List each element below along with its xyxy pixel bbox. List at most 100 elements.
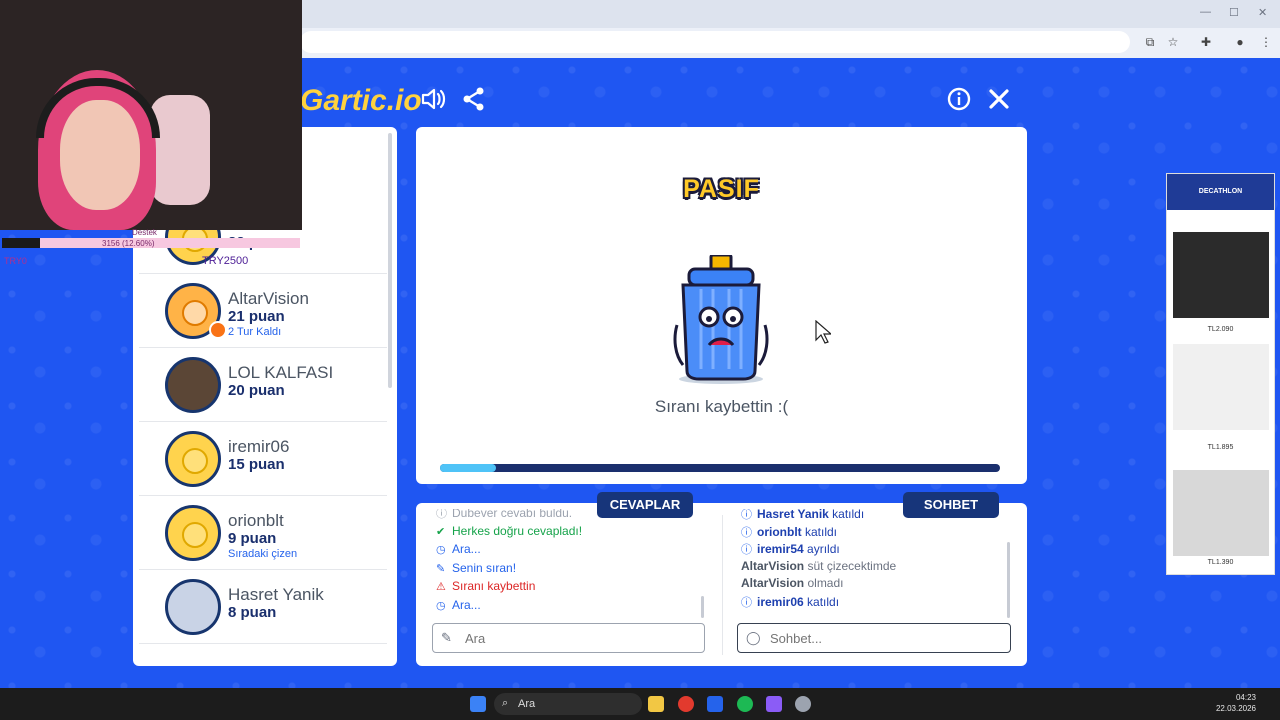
chat-username[interactable]: orionblt [757, 525, 802, 539]
player-avatar [165, 357, 221, 413]
chat-message: katıldı [828, 509, 865, 521]
ad-price: TL1.390 [1207, 559, 1234, 566]
obs-icon[interactable] [795, 696, 811, 712]
goal-progress: 3156 (12.60%) [102, 239, 155, 248]
player-score: 8 puan [228, 604, 277, 621]
file-explorer-icon[interactable] [648, 696, 664, 712]
player-row: orionblt 9 puan Sıradaki çizen [139, 497, 387, 570]
chrome-icon[interactable] [678, 696, 694, 712]
headset [36, 78, 160, 138]
answer-feed-line: ✔ Herkes doğru cevapladı! [436, 524, 582, 538]
chat-input[interactable]: ◯ [737, 623, 1011, 653]
player-avatar [165, 505, 221, 561]
taskbar-search[interactable]: ⌕ Ara [494, 693, 642, 715]
chat-username[interactable]: Hasret Yanik [757, 509, 829, 521]
menu-kebab-icon[interactable]: ⋮ [1259, 35, 1273, 49]
player-name: orionblt [228, 511, 284, 530]
install-icon[interactable]: ⧉ [1143, 35, 1157, 49]
player-name: AltarVision [228, 289, 309, 308]
chat-feed-line: ⓘ orionblt katıldı [741, 524, 837, 540]
warning-icon: ⚠ [436, 581, 446, 594]
extensions-icon[interactable]: ✚ [1199, 35, 1213, 49]
address-bar[interactable] [300, 31, 1130, 53]
answers-scrollbar[interactable] [701, 596, 704, 618]
answer-feed-text: Sıranı kaybettin [452, 579, 536, 594]
ad-product-dress[interactable] [1173, 344, 1269, 430]
gaming-chair [150, 95, 210, 205]
ad-banner[interactable]: DECATHLON TL2.090 TL1.895 TL1.390 [1166, 173, 1275, 575]
player-avatar [165, 579, 221, 635]
turn-progress-bar [440, 464, 1000, 472]
system-clock[interactable]: 04:23 22.03.2026 [1216, 692, 1256, 714]
player-score: 9 puan [228, 530, 277, 547]
bookmark-star-icon[interactable]: ☆ [1166, 35, 1180, 49]
answer-feed-line: ✎ Senin sıran! [436, 561, 516, 575]
minimize-icon[interactable]: — [1200, 6, 1211, 18]
close-window-icon[interactable]: ✕ [1258, 6, 1267, 19]
close-game-icon[interactable] [985, 86, 1013, 114]
answer-feed-line: ◷ Ara... [436, 598, 481, 612]
clock-time: 04:23 [1235, 693, 1256, 702]
check-icon: ✔ [436, 525, 446, 538]
search-icon: ⌕ [502, 697, 509, 709]
chat-username[interactable]: iremir06 [757, 595, 804, 609]
donation-amount: TRY2500 [202, 255, 249, 267]
goal-currency: TRY0 [4, 256, 27, 266]
player-row: AltarVision 21 puan 2 Tur Kaldı [139, 275, 387, 348]
ad-product-bag[interactable] [1173, 470, 1269, 556]
chat-message: katıldı [801, 524, 838, 539]
maximize-icon[interactable]: ☐ [1229, 6, 1239, 19]
player-name: LOL KALFASI [228, 363, 334, 382]
clock-icon: ◷ [436, 600, 446, 612]
pencil-icon: ✎ [441, 630, 452, 645]
info-icon: ⓘ [741, 597, 752, 609]
profile-icon[interactable]: ● [1233, 35, 1247, 49]
chat-bubble-icon: ◯ [746, 630, 761, 645]
answer-input[interactable]: ✎ [432, 623, 705, 653]
player-row: LOL KALFASI 20 puan [139, 349, 387, 422]
player-score: 21 puan [228, 308, 285, 325]
chat-scrollbar[interactable] [1007, 542, 1010, 618]
answer-field[interactable] [463, 630, 687, 647]
gartic-logo: Gartic.io [300, 84, 422, 117]
player-badge [209, 321, 227, 339]
player-name: Hasret Yanik [228, 585, 324, 604]
webcam-overlay [0, 0, 302, 230]
chat-feed-line: ⓘ iremir54 ayrıldı [741, 541, 840, 557]
answer-feed-line: ⚠ Sıranı kaybettin [436, 579, 535, 593]
info-icon[interactable] [945, 86, 973, 114]
chat-username[interactable]: AltarVision [741, 576, 804, 590]
pencil-icon: ✎ [436, 562, 446, 575]
spotify-icon[interactable] [737, 696, 753, 712]
ad-product-backpack[interactable] [1173, 232, 1269, 318]
answer-feed-line: ◷ Ara... [436, 542, 481, 556]
chat-message: süt çizecektimde [804, 558, 897, 573]
mail-icon[interactable] [707, 696, 723, 712]
players-scrollbar[interactable] [388, 133, 392, 388]
sound-icon[interactable] [419, 86, 447, 114]
status-title: PASIF [683, 175, 760, 203]
player-score: 20 puan [228, 382, 285, 399]
chat-username[interactable]: iremir54 [757, 542, 804, 556]
chat-feed-line: AltarVision olmadı [741, 576, 844, 590]
chat-username[interactable]: AltarVision [741, 559, 804, 573]
taskbar-search-label: Ara [518, 698, 536, 710]
ad-price: TL1.895 [1207, 444, 1234, 451]
answer-feed-text: Ara... [452, 542, 481, 557]
ad-brand[interactable]: DECATHLON [1167, 174, 1274, 210]
goal-label: Destek [132, 228, 157, 237]
chat-field[interactable] [768, 630, 992, 647]
info-icon: ⓘ [741, 509, 752, 521]
chat-message: katıldı [803, 595, 840, 609]
clock-icon: ◷ [436, 544, 446, 557]
clock-date: 22.03.2026 [1215, 704, 1256, 713]
player-row: iremir06 15 puan [139, 423, 387, 496]
chat-feed: ⓘ Hasret Yanik katıldı ⓘ orionblt katıldı ⓘ i… [741, 509, 1011, 619]
panel-divider [722, 515, 723, 655]
start-icon[interactable] [470, 696, 486, 712]
app-icon[interactable] [766, 696, 782, 712]
player-avatar [165, 431, 221, 487]
share-icon[interactable] [460, 86, 488, 114]
game-status-card: PASIF Sıranı kaybettin :( [416, 127, 1027, 484]
chat-message: olmadı [804, 576, 844, 591]
